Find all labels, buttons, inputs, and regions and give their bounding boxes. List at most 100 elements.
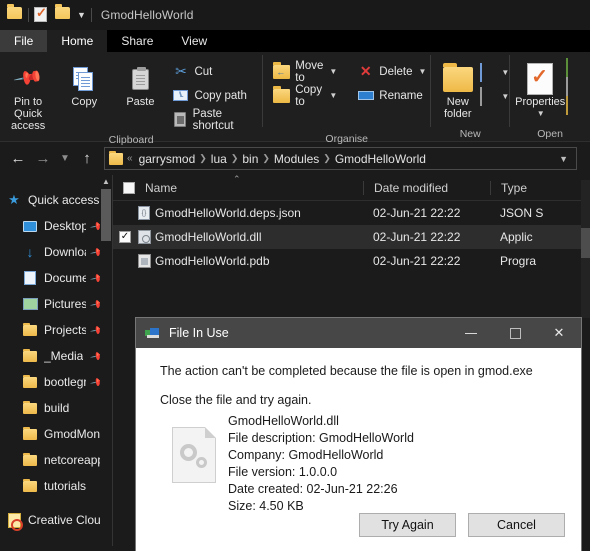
detail-file-name: GmodHelloWorld.dll [228,414,339,428]
sidebar-item-pictures[interactable]: Pictures 📌 [0,291,112,317]
scroll-up-icon[interactable]: ▲ [100,175,112,188]
minimize-icon[interactable] [449,318,493,348]
table-row[interactable]: ✓ GmodHelloWorld.dll 02-Jun-21 22:22 App… [113,225,590,249]
tab-view[interactable]: View [167,30,221,52]
folder-icon [22,322,38,338]
breadcrumb-item[interactable]: GmodHelloWorld [333,152,428,166]
new-folder-button[interactable]: New folder [435,56,480,120]
address-input[interactable]: « garrysmod ❯ lua ❯ bin ❯ Modules ❯ Gmod… [104,147,577,170]
sidebar-item-desktop[interactable]: Desktop 📌 [0,213,112,239]
sidebar-item-quick-access[interactable]: ★ Quick access [0,187,112,213]
try-again-button[interactable]: Try Again [359,513,456,537]
sidebar-item-netcoreapp[interactable]: netcoreapp [0,447,112,473]
forward-arrow-icon[interactable]: → [31,147,55,171]
tab-home[interactable]: Home [47,30,108,52]
properties-icon[interactable] [34,5,50,23]
back-arrow-icon[interactable]: ← [6,147,30,171]
sidebar-item-creative-cloud[interactable]: Creative Clou [0,507,112,533]
file-type: JSON S [500,206,544,220]
sidebar-item-documents[interactable]: Docume 📌 [0,265,112,291]
easy-access-button[interactable]: ▼ [480,87,509,106]
edit-icon[interactable] [566,77,584,96]
paste-shortcut-icon [172,112,187,127]
tab-file[interactable]: File [0,30,48,52]
folder-icon[interactable] [7,4,23,23]
chevron-down-icon[interactable]: ▼ [501,68,509,77]
history-icon[interactable] [566,96,584,115]
chevron-down-icon[interactable]: ▼ [329,67,337,76]
breadcrumb-separator-icon[interactable]: ❯ [199,153,207,164]
sidebar-item-tutorials[interactable]: tutorials [0,473,112,499]
navigation-pane: ★ Quick access Desktop 📌 ↓ Downloa 📌 Doc… [0,175,112,546]
breadcrumb-item[interactable]: garrysmod [137,152,198,166]
move-to-button[interactable]: ← Move to ▼ [269,60,341,84]
sidebar-item-label: Desktop [44,219,87,233]
row-checkbox[interactable]: ✓ [113,231,133,243]
chevron-down-icon[interactable]: ▼ [419,67,427,76]
rename-button[interactable]: Rename [353,85,430,106]
sidebar-item-curio[interactable]: ☁ Curio [0,539,112,547]
copy-button[interactable]: Copy [56,56,112,108]
breadcrumb-overflow-icon[interactable]: « [127,153,133,164]
chevron-down-icon[interactable]: ▼ [501,92,509,101]
breadcrumb-separator-icon[interactable]: ❯ [262,153,270,164]
dialog-primary-message: The action can't be completed because th… [160,364,533,378]
scrollbar-thumb[interactable] [101,189,111,241]
pin-to-quick-access-button[interactable]: 📌 Pin to Quick access [0,56,56,132]
open-icon[interactable] [566,58,584,77]
scrollbar-thumb[interactable] [581,228,590,258]
maximize-icon[interactable] [493,318,537,348]
sidebar-item-build[interactable]: build [0,395,112,421]
chevron-down-icon[interactable]: ▼ [555,154,572,164]
up-arrow-icon[interactable]: ↑ [75,147,99,171]
copy-path-button[interactable]: \\.. Copy path [168,85,262,106]
recent-locations-caret-icon[interactable]: ▼ [56,147,74,171]
cloud-icon: ☁ [6,544,22,547]
close-icon[interactable]: ✕ [537,318,581,348]
cancel-button[interactable]: Cancel [468,513,565,537]
window-titlebar: ▼ GmodHelloWorld [0,0,590,30]
select-all-checkbox[interactable] [123,181,135,194]
breadcrumb-separator-icon[interactable]: ❯ [323,153,331,164]
sidebar-item-label: bootlegr [44,375,87,389]
breadcrumb-separator-icon[interactable]: ❯ [231,153,239,164]
paste-shortcut-button[interactable]: Paste shortcut [168,108,262,132]
delete-x-icon: ✕ [359,63,372,79]
column-header-type[interactable]: Type [490,180,590,195]
chevron-down-icon[interactable]: ▼ [77,10,86,20]
desktop-icon [22,218,38,234]
delete-button[interactable]: ✕ Delete ▼ [353,61,430,82]
sidebar-item-media[interactable]: _Media 📌 [0,343,112,369]
chevron-down-icon[interactable]: ▼ [329,91,337,100]
breadcrumb-item[interactable]: bin [240,152,260,166]
chevron-down-icon[interactable]: ▼ [537,108,545,120]
breadcrumb-item[interactable]: Modules [272,152,321,166]
sidebar-item-bootlegr[interactable]: bootlegr 📌 [0,369,112,395]
sidebar-item-downloads[interactable]: ↓ Downloa 📌 [0,239,112,265]
sidebar-item-gmodmongo[interactable]: GmodMong [0,421,112,447]
column-header-date-modified[interactable]: Date modified [363,180,490,195]
cut-button[interactable]: ✂ Cut [168,61,262,82]
file-date-modified: 02-Jun-21 22:22 [373,254,461,268]
navigation-pane-scrollbar[interactable]: ▲ [100,175,112,546]
table-row[interactable]: GmodHelloWorld.pdb 02-Jun-21 22:22 Progr… [113,249,590,273]
paste-button[interactable]: Paste [112,56,168,108]
properties-button[interactable]: Properties ▼ [514,56,566,120]
tab-share[interactable]: Share [107,30,167,52]
sidebar-item-projects[interactable]: Projects 📌 [0,317,112,343]
new-folder-icon[interactable] [55,4,71,23]
new-item-button[interactable]: ▼ [480,63,509,82]
file-in-use-dialog: File In Use ✕ The action can't be comple… [136,318,581,551]
breadcrumb-item[interactable]: lua [209,152,229,166]
ribbon-group-organise: ← Move to ▼ Copy to ▼ ✕ Delete ▼ Rename … [263,52,430,145]
organise-col-1: ← Move to ▼ Copy to ▼ [269,56,341,108]
easy-access-icon [480,87,498,106]
detail-file-version: File version: 1.0.0.0 [228,465,338,479]
pictures-icon [22,296,38,312]
detail-company: Company: GmodHelloWorld [228,448,384,462]
table-row[interactable]: {} GmodHelloWorld.deps.json 02-Jun-21 22… [113,201,590,225]
column-header-name[interactable]: Name ⌃ [113,174,363,195]
folder-icon [22,400,38,416]
folder-icon [22,374,38,390]
copy-to-button[interactable]: Copy to ▼ [269,84,341,108]
